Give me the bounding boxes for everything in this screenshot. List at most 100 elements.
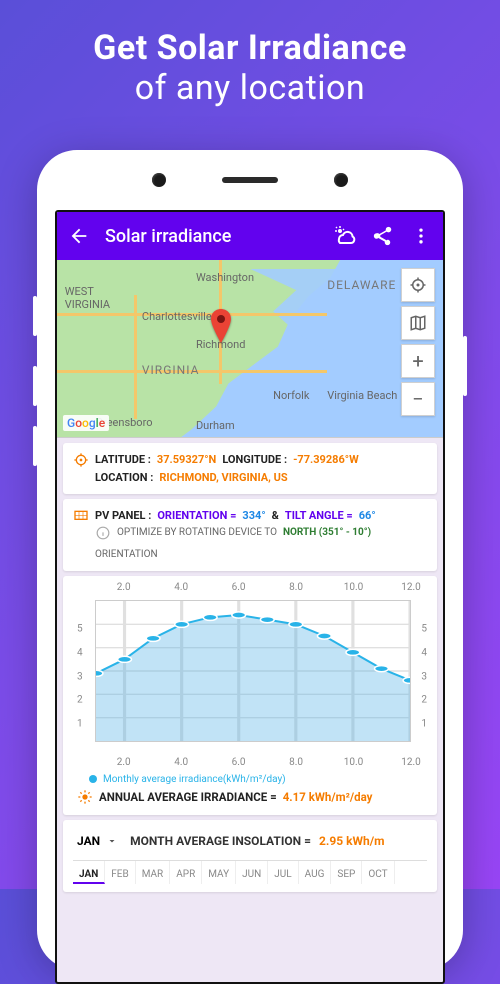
legend-text: Monthly average irradiance(kWh/m²/day) — [103, 774, 286, 785]
chart-area: 11223344552.02.04.04.06.06.08.08.010.010… — [71, 586, 429, 756]
phone-side-button — [463, 336, 467, 396]
map-label: DELAWARE — [327, 278, 396, 292]
selected-month: JAN — [77, 834, 100, 848]
y-tick: 2 — [77, 695, 83, 706]
x-tick: 8.0 — [289, 757, 303, 768]
share-icon — [372, 225, 394, 247]
chart-legend: Monthly average irradiance(kWh/m²/day) — [89, 774, 429, 785]
map-controls: + − — [401, 268, 435, 416]
overflow-button[interactable] — [409, 224, 433, 248]
orientation-label: ORIENTATION = — [157, 507, 236, 525]
map-pin-icon[interactable] — [208, 309, 230, 331]
y-tick: 5 — [421, 624, 427, 635]
annual-label: ANNUAL AVERAGE IRRADIANCE = — [99, 790, 277, 804]
y-tick: 3 — [421, 671, 427, 682]
location-label: LOCATION : — [95, 469, 153, 487]
app-screen: Solar irradiance Washington DELAWARE WES… — [55, 210, 445, 984]
sun-cloud-icon — [333, 224, 357, 248]
phone-notch — [43, 156, 457, 204]
map-layers-button[interactable] — [401, 306, 435, 340]
google-logo: Google — [63, 415, 109, 431]
map-view[interactable]: Washington DELAWARE WEST VIRGINIA Charlo… — [57, 260, 443, 438]
pv-title: PV PANEL : — [95, 507, 151, 525]
crosshair-icon — [409, 276, 427, 294]
y-tick: 5 — [77, 624, 83, 635]
info-icon — [95, 525, 111, 541]
camera-dot — [152, 173, 166, 187]
map-label: Norfolk — [273, 389, 309, 402]
month-selector-card: JAN MONTH AVERAGE INSOLATION = 2.95 kWh/… — [63, 820, 437, 892]
more-vert-icon — [411, 226, 431, 246]
x-tick: 6.0 — [232, 757, 246, 768]
month-tab[interactable]: MAY — [202, 861, 236, 884]
hint-post: ORIENTATION — [95, 547, 158, 563]
arrow-left-icon — [68, 225, 90, 247]
map-zoom-in-button[interactable]: + — [401, 344, 435, 378]
y-tick: 2 — [421, 695, 427, 706]
weather-button[interactable] — [333, 224, 357, 248]
map-label: VIRGINIA — [142, 363, 200, 377]
app-bar: Solar irradiance — [57, 212, 443, 260]
x-tick: 12.0 — [401, 582, 421, 593]
month-tab[interactable]: SEP — [331, 861, 362, 884]
month-tab[interactable]: JAN — [73, 861, 105, 884]
x-tick: 2.0 — [117, 757, 131, 768]
phone-side-button — [33, 296, 37, 336]
y-tick: 1 — [421, 719, 427, 730]
x-tick: 8.0 — [289, 582, 303, 593]
appbar-title: Solar irradiance — [105, 226, 319, 247]
y-tick: 4 — [77, 648, 83, 659]
x-tick: 10.0 — [344, 582, 364, 593]
legend-dot-icon — [89, 775, 97, 783]
share-button[interactable] — [371, 224, 395, 248]
map-label: Virginia Beach — [327, 389, 397, 402]
month-tab[interactable]: APR — [170, 861, 202, 884]
solar-panel-icon — [73, 508, 89, 524]
y-tick: 1 — [77, 719, 83, 730]
coordinates-card: LATITUDE : 37.59327°N LONGITUDE : -77.39… — [63, 443, 437, 494]
x-tick: 6.0 — [232, 582, 246, 593]
chevron-down-icon — [106, 835, 118, 847]
minus-icon: − — [412, 387, 423, 411]
map-label: WEST VIRGINIA — [65, 285, 110, 311]
map-label: Charlottesville — [142, 310, 212, 323]
x-tick: 4.0 — [174, 757, 188, 768]
pv-panel-card: PV PANEL : ORIENTATION = 334° & TILT ANG… — [63, 499, 437, 571]
lon-label: LONGITUDE : — [222, 451, 287, 469]
hint-direction: NORTH (351° - 10°) — [283, 525, 371, 541]
month-tab[interactable]: JUN — [236, 861, 268, 884]
annual-row: ANNUAL AVERAGE IRRADIANCE = 4.17 kWh/m²/… — [77, 789, 429, 805]
ampersand: & — [272, 507, 279, 525]
camera-dot — [334, 173, 348, 187]
x-tick: 4.0 — [174, 582, 188, 593]
map-locate-button[interactable] — [401, 268, 435, 302]
month-tab[interactable]: MAR — [136, 861, 171, 884]
month-tab[interactable]: OCT — [362, 861, 394, 884]
back-button[interactable] — [67, 224, 91, 248]
lat-value: 37.59327°N — [157, 451, 216, 469]
orientation-value: 334° — [242, 507, 265, 525]
x-tick: 12.0 — [401, 757, 421, 768]
tilt-value: 66° — [359, 507, 376, 525]
month-tabs: JANFEBMARAPRMAYJUNJULAUGSEPOCT — [73, 860, 427, 884]
lon-value: -77.39286°W — [293, 451, 359, 469]
month-tab[interactable]: JUL — [268, 861, 298, 884]
month-dropdown[interactable]: JAN — [73, 832, 122, 850]
month-avg-label: MONTH AVERAGE INSOLATION = — [130, 834, 311, 848]
x-tick: 2.0 — [117, 582, 131, 593]
irradiance-chart-card: 11223344552.02.04.04.06.06.08.08.010.010… — [63, 576, 437, 815]
promo-line2: of any location — [20, 68, 480, 108]
month-avg-value: 2.95 kWh/m — [319, 834, 385, 848]
map-label: Washington — [196, 271, 254, 284]
sun-icon — [77, 789, 93, 805]
month-tab[interactable]: FEB — [105, 861, 135, 884]
phone-frame: Solar irradiance Washington DELAWARE WES… — [37, 150, 463, 970]
location-value: RICHMOND, VIRGINIA, US — [159, 469, 287, 487]
hint-pre: OPTIMIZE BY ROTATING DEVICE TO — [117, 525, 277, 541]
annual-value: 4.17 kWh/m²/day — [283, 790, 373, 804]
month-tab[interactable]: AUG — [299, 861, 332, 884]
promo-title: Get Solar Irradiance of any location — [0, 0, 500, 132]
map-zoom-out-button[interactable]: − — [401, 382, 435, 416]
map-icon — [409, 314, 427, 332]
promo-line1: Get Solar Irradiance — [20, 28, 480, 68]
